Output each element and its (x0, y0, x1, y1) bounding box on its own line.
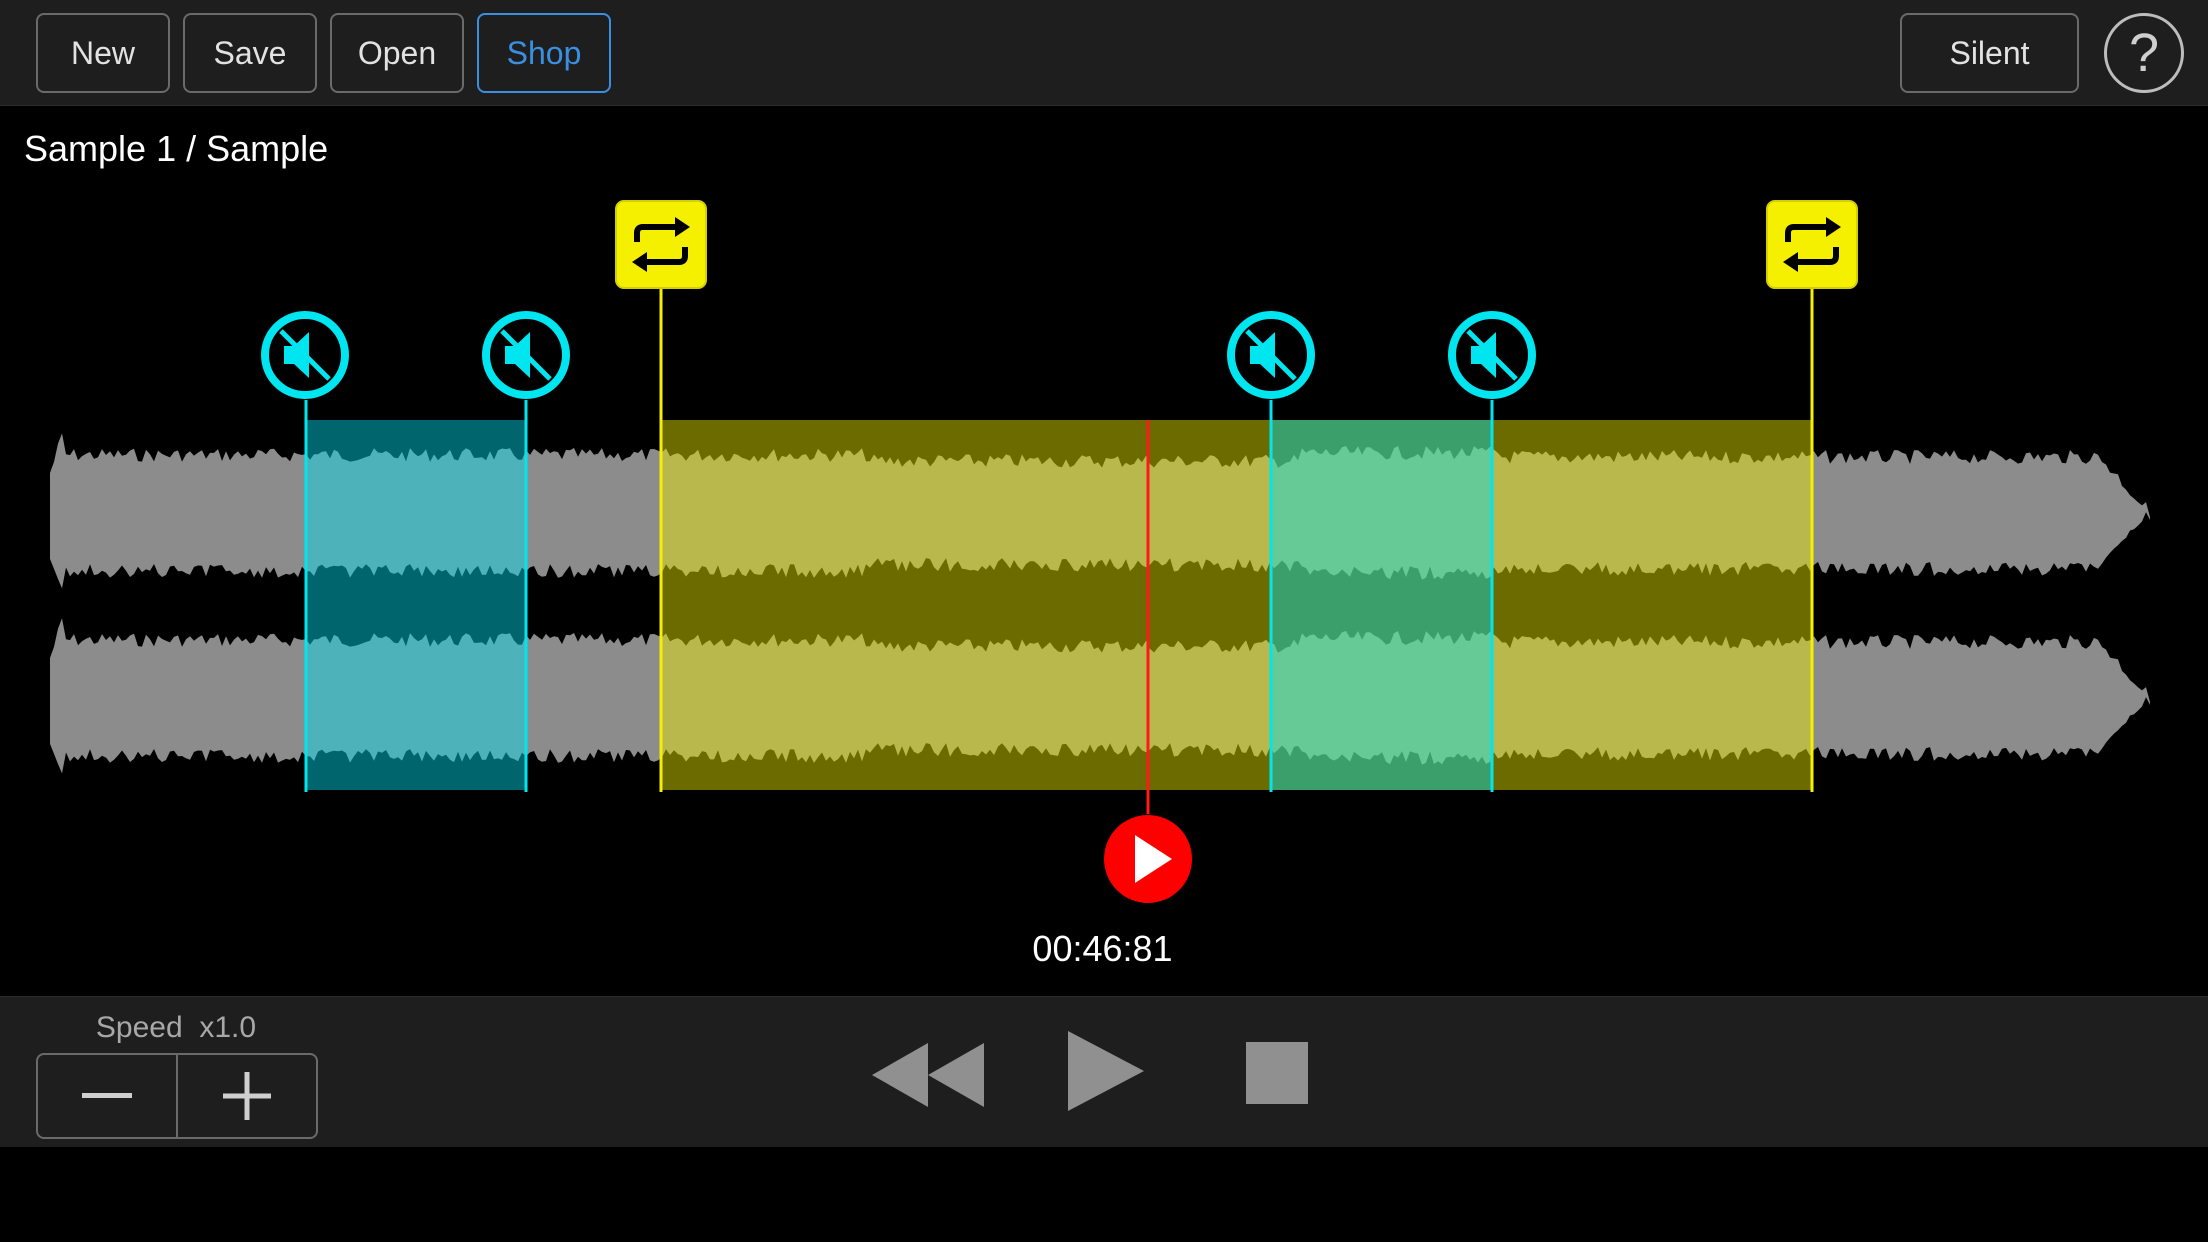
mute-region-2 (1271, 420, 1492, 790)
play-button[interactable] (1068, 1031, 1144, 1116)
rewind-icon (872, 1043, 984, 1107)
mute-marker-4[interactable] (1446, 309, 1538, 406)
speed-stepper (36, 1053, 318, 1139)
mute-region-1 (306, 420, 526, 790)
stop-icon (1246, 1042, 1308, 1104)
loop-region (660, 420, 1812, 790)
loop-icon (615, 200, 707, 289)
playhead-handle[interactable] (1101, 812, 1195, 911)
stop-button[interactable] (1246, 1042, 1308, 1109)
play-icon (1104, 815, 1192, 903)
mute-icon (482, 311, 570, 399)
mute-marker-3[interactable] (1225, 309, 1317, 406)
bottom-controls: Speed x1.0 (0, 996, 2208, 1147)
rewind-button[interactable] (872, 1043, 984, 1112)
mute-icon (1227, 311, 1315, 399)
playback-time: 00:46:81 (1032, 928, 1173, 969)
minus-icon (82, 1093, 132, 1098)
loop-end-marker[interactable] (1766, 200, 1858, 294)
play-icon (1068, 1031, 1144, 1111)
speed-decrease-button[interactable] (38, 1055, 176, 1137)
mute-marker-1[interactable] (259, 309, 351, 406)
loop-icon (1766, 200, 1858, 289)
mute-icon (1448, 311, 1536, 399)
plus-icon (223, 1072, 271, 1120)
loop-start-marker[interactable] (615, 200, 707, 294)
mute-marker-2[interactable] (480, 309, 572, 406)
mute-icon (261, 311, 349, 399)
speed-value: x1.0 (199, 1011, 257, 1044)
speed-increase-button[interactable] (176, 1055, 316, 1137)
speed-label: Speed x1.0 (36, 1011, 316, 1045)
speed-caption: Speed (95, 1011, 183, 1044)
